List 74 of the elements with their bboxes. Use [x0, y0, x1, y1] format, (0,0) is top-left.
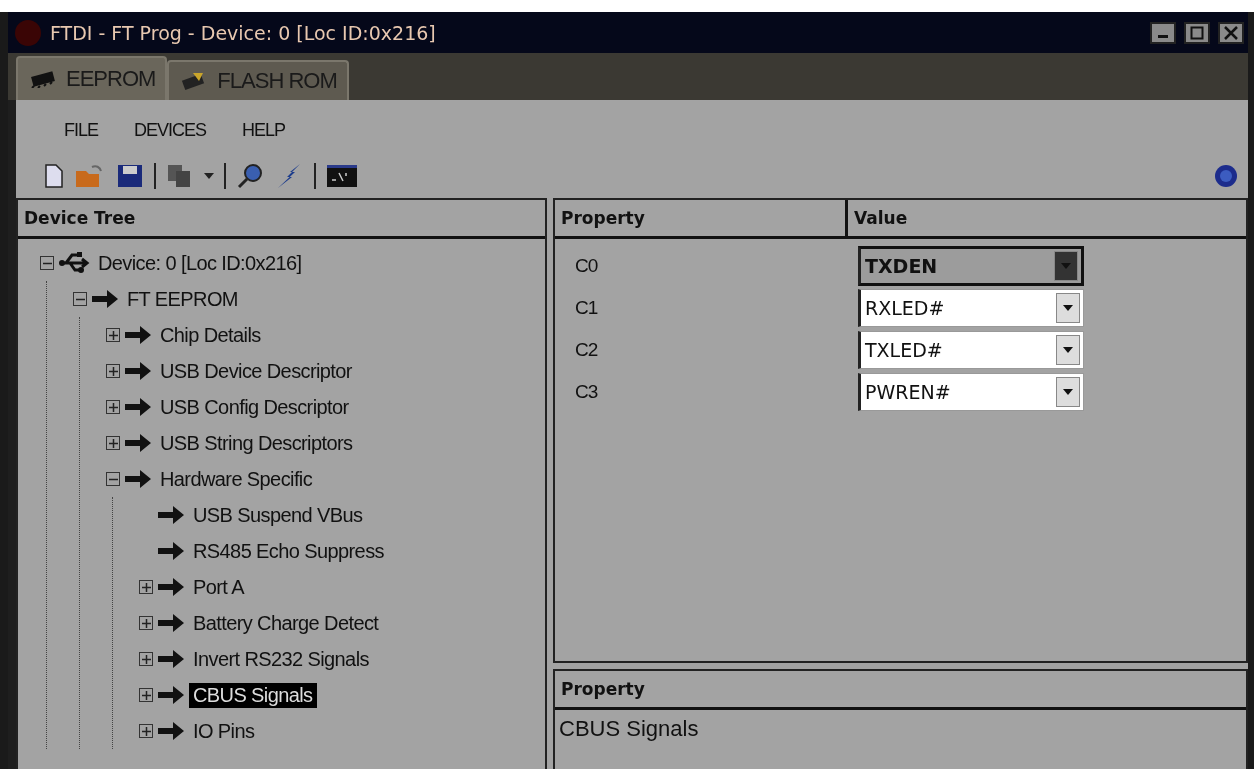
property-name: C1	[574, 297, 599, 319]
column-header: Property	[560, 207, 646, 230]
tree-item[interactable]: Battery Charge Detect	[189, 610, 383, 636]
tree-item[interactable]: USB Suspend VBus	[189, 502, 367, 528]
tree-item[interactable]: CBUS Signals	[189, 682, 317, 708]
new-file-icon[interactable]	[44, 163, 64, 189]
arrow-icon	[157, 613, 185, 633]
description-header: Property	[555, 671, 1246, 710]
minimize-icon	[1158, 35, 1168, 38]
arrow-icon	[157, 541, 185, 561]
property-name: C3	[574, 381, 599, 403]
caret-icon	[1063, 389, 1073, 395]
expander-box[interactable]	[106, 436, 120, 450]
expander-box[interactable]	[106, 364, 120, 378]
maximize-button[interactable]	[1184, 21, 1210, 44]
value-dropdown[interactable]: PWREN#	[858, 373, 1084, 411]
tree-item[interactable]: RS485 Echo Suppress	[189, 538, 388, 564]
menu-item[interactable]: FILE	[64, 120, 98, 154]
arrow-icon	[157, 505, 185, 525]
menu-item[interactable]: DEVICES	[134, 120, 207, 154]
tree-item[interactable]: Hardware Specific	[156, 466, 317, 492]
expander-box[interactable]	[106, 472, 120, 486]
tree-item[interactable]: Chip Details	[156, 322, 265, 348]
tree-item[interactable]: IO Pins	[189, 718, 259, 744]
tree-item[interactable]: Port A	[189, 574, 248, 600]
expander-box[interactable]	[73, 292, 87, 306]
menu-item[interactable]: HELP	[242, 120, 286, 154]
minimize-button[interactable]	[1150, 21, 1176, 44]
description-text: CBUS Signals	[558, 715, 700, 742]
caret-icon	[1061, 263, 1071, 269]
arrow-icon	[157, 577, 185, 597]
expander-box[interactable]	[139, 580, 153, 594]
arrow-icon	[124, 325, 152, 345]
arrow-icon	[124, 433, 152, 453]
panel-header: Device Tree	[18, 200, 545, 239]
arrow-icon	[124, 469, 152, 489]
tree-item[interactable]: Device: 0 [Loc ID:0x216]	[94, 250, 306, 276]
terminal-icon[interactable]	[326, 164, 358, 188]
value-dropdown[interactable]: TXLED#	[858, 331, 1084, 369]
tree-item[interactable]: USB Config Descriptor	[156, 394, 353, 420]
arrow-icon	[124, 361, 152, 381]
expander-box[interactable]	[106, 400, 120, 414]
property-name: C2	[574, 339, 599, 361]
maximize-icon	[1190, 25, 1204, 40]
property-name: C0	[574, 255, 599, 277]
tree-item[interactable]: Invert RS232 Signals	[189, 646, 373, 672]
chip-icon	[28, 70, 58, 88]
tree-item[interactable]: FT EEPROM	[123, 286, 242, 312]
expander-box[interactable]	[139, 688, 153, 702]
caret-icon[interactable]	[204, 172, 214, 180]
expander-box[interactable]	[139, 616, 153, 630]
value-dropdown[interactable]: RXLED#	[858, 289, 1084, 327]
help-icon[interactable]	[1214, 164, 1238, 188]
arrow-icon	[157, 685, 185, 705]
arrow-icon	[157, 721, 185, 741]
tree-item[interactable]: USB Device Descriptor	[156, 358, 356, 384]
expander-box[interactable]	[106, 328, 120, 342]
value-dropdown[interactable]: TXDEN	[858, 246, 1084, 286]
close-icon	[1224, 25, 1238, 40]
close-button[interactable]	[1218, 21, 1244, 44]
app-icon	[14, 18, 42, 47]
arrow-icon	[157, 649, 185, 669]
column-header: Value	[845, 200, 1246, 236]
caret-icon	[1063, 305, 1073, 311]
expander-box[interactable]	[40, 256, 54, 270]
window-title: FTDI - FT Prog - Device: 0 [Loc ID:0x216]	[50, 21, 437, 44]
caret-icon	[1063, 347, 1073, 353]
arrow-icon	[91, 289, 119, 309]
save-icon[interactable]	[116, 163, 144, 189]
tree-item[interactable]: USB String Descriptors	[156, 430, 357, 456]
search-icon[interactable]	[236, 162, 264, 190]
expander-box[interactable]	[139, 724, 153, 738]
expander-box[interactable]	[139, 652, 153, 666]
arrow-icon	[124, 397, 152, 417]
